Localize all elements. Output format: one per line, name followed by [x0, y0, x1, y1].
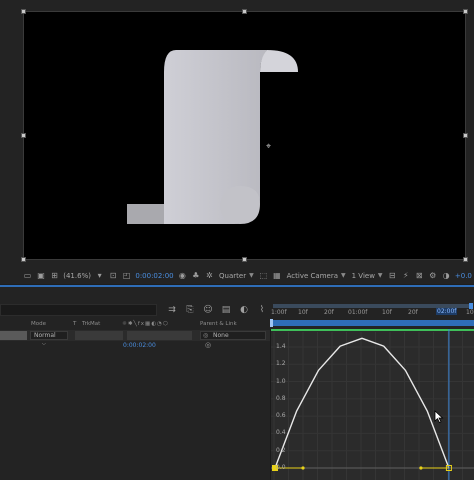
viewer-toolbar: ▭ ▣ ⊞ (41.6%) ▾ ⊡ ◰ 0:00:02:00 ◉ ♣ ✲ Qua…	[0, 267, 474, 284]
graph-y-tick-label: 0.8	[276, 394, 286, 402]
chevron-down-icon: ▼	[249, 272, 254, 279]
trkmat-column-header: TrkMat	[82, 321, 101, 327]
time-navigator-start-handle[interactable]	[270, 319, 273, 327]
graph-y-tick-label: 0.4	[276, 429, 286, 437]
mask-visibility-icon[interactable]: ◰	[122, 271, 131, 280]
current-timecode[interactable]: 0:00:02:00	[135, 272, 173, 280]
graph-y-tick-label: 0.6	[276, 412, 286, 420]
region-of-interest-icon[interactable]: ⬚	[259, 271, 268, 280]
time-ruler[interactable]: 1:00f 10f 20f 01:00f 10f 20f 02:00f 10	[270, 303, 474, 329]
zoom-level[interactable]: (41.6%)	[63, 272, 91, 280]
parent-column-header: Parent & Link	[200, 321, 237, 327]
proportional-grid-icon[interactable]: ⊞	[50, 271, 59, 280]
transparency-grid-icon[interactable]: ▦	[272, 271, 281, 280]
parent-value: None	[213, 332, 229, 339]
t-column-header: T	[73, 321, 77, 327]
graph-y-tick-label: 1.4	[276, 342, 286, 350]
graph-y-tick-label: 0.0	[276, 464, 286, 471]
switches-column-header: ☼✱╲fx▦◐◔⬡	[122, 321, 169, 327]
current-time-label[interactable]: 02:00f	[436, 308, 458, 315]
mode-column-header: Mode	[31, 321, 46, 327]
graph-editor[interactable]: 1.4 1.2 1.0 0.8 0.6 0.4 0.2 0.0	[270, 329, 474, 480]
view-layout-value: 1 View	[351, 271, 375, 280]
chevron-down-icon: ▼	[341, 272, 346, 279]
speed-curve[interactable]	[274, 337, 450, 469]
view-layout-select[interactable]: 1 View ▼	[352, 272, 383, 280]
composition-viewer: ⌖ ▭ ▣ ⊞ (41.6%) ▾ ⊡ ◰ 0:00:02:00 ◉ ♣ ✲ Q…	[0, 0, 474, 284]
grid-guides-icon[interactable]: ⊡	[108, 271, 117, 280]
layer-switches[interactable]	[127, 331, 192, 340]
pick-whip-icon[interactable]: ◎	[203, 332, 208, 340]
speed-graph[interactable]	[271, 329, 474, 480]
resolution-value: Quarter	[219, 271, 247, 280]
anchor-point-icon[interactable]: ⌖	[264, 143, 273, 152]
composition-flowchart-icon[interactable]: ⇉	[165, 304, 179, 317]
ruler-tick-label: 20f	[324, 309, 334, 316]
paperclip-icon[interactable]: ⌇	[255, 304, 269, 317]
property-row: 0:00:02:00 ◎	[0, 341, 270, 351]
timeline-icon[interactable]: ⊠	[414, 271, 423, 280]
motion-blur-icon[interactable]: ◐	[237, 304, 251, 317]
exposure-value[interactable]: +0.0	[455, 272, 472, 280]
ruler-tick-label: 01:00f	[348, 309, 368, 316]
track-matte-select[interactable]	[75, 331, 123, 340]
toggle-pixel-aspect-icon[interactable]: ⊟	[388, 271, 397, 280]
bezier-handle[interactable]	[301, 466, 305, 470]
always-preview-icon[interactable]: ▭	[23, 271, 32, 280]
ruler-tick-label: 10f	[298, 309, 308, 316]
fast-previews-icon[interactable]: ⚡	[401, 271, 410, 280]
parent-select[interactable]: ◎ None	[200, 331, 266, 340]
pick-whip-icon[interactable]: ◎	[205, 341, 211, 349]
layer-search-input[interactable]	[0, 304, 157, 316]
bezier-handle[interactable]	[419, 466, 423, 470]
layer-label-color[interactable]	[0, 331, 27, 340]
frame-blending-icon[interactable]: ▤	[219, 304, 233, 317]
ruler-tick-label: 20f	[408, 309, 418, 316]
blend-mode-value: Normal	[34, 332, 56, 339]
camera-snapshot-icon[interactable]: ◉	[178, 271, 187, 280]
blend-mode-select[interactable]: Normal ⌵	[30, 331, 68, 347]
layer-row[interactable]: Normal ⌵ ◎ None	[0, 330, 270, 347]
resolution-select[interactable]: Quarter ▼	[219, 272, 254, 280]
show-snapshot-icon[interactable]: ♣	[191, 271, 200, 280]
ruler-tick-label: 10f	[382, 309, 392, 316]
time-navigator-bar[interactable]	[270, 319, 474, 327]
camera-value: Active Camera	[286, 271, 338, 280]
color-channels-icon[interactable]: ✲	[205, 271, 214, 280]
flowchart-icon[interactable]: ⚙	[428, 271, 437, 280]
ruler-tick-label: 1:00f	[271, 309, 287, 316]
mouse-cursor-icon	[434, 410, 444, 424]
graph-y-tick-label: 1.0	[276, 377, 286, 385]
graph-y-tick-label: 0.2	[276, 446, 286, 454]
timeline-panel: ⇉ ⎘ ☺ ▤ ◐ ⌇ ◿ Mode T TrkMat ☼✱╲fx▦◐◔⬡ Pa…	[0, 287, 474, 480]
draft-3d-icon[interactable]: ⎘	[183, 304, 197, 317]
chevron-down-icon: ▼	[377, 272, 383, 279]
property-timecode[interactable]: 0:00:02:00	[123, 342, 156, 349]
composition-canvas[interactable]: ⌖	[21, 9, 468, 262]
shy-layers-icon[interactable]: ☺	[201, 304, 215, 317]
chevron-down-icon[interactable]: ▾	[95, 271, 104, 280]
graph-y-tick-label: 1.2	[276, 360, 286, 368]
reset-exposure-icon[interactable]: ◑	[441, 271, 450, 280]
layer-column-headers: Mode T TrkMat ☼✱╲fx▦◐◔⬡ Parent & Link	[0, 320, 270, 330]
camera-select[interactable]: Active Camera ▼	[287, 272, 346, 280]
timeline-switches: ⇉ ⎘ ☺ ▤ ◐ ⌇ ◿	[165, 303, 287, 317]
scroll-shape-layer[interactable]	[24, 12, 467, 261]
ruler-tick-label: 10	[466, 309, 474, 316]
monitor-icon[interactable]: ▣	[36, 271, 45, 280]
graph-top-bar	[271, 329, 474, 331]
